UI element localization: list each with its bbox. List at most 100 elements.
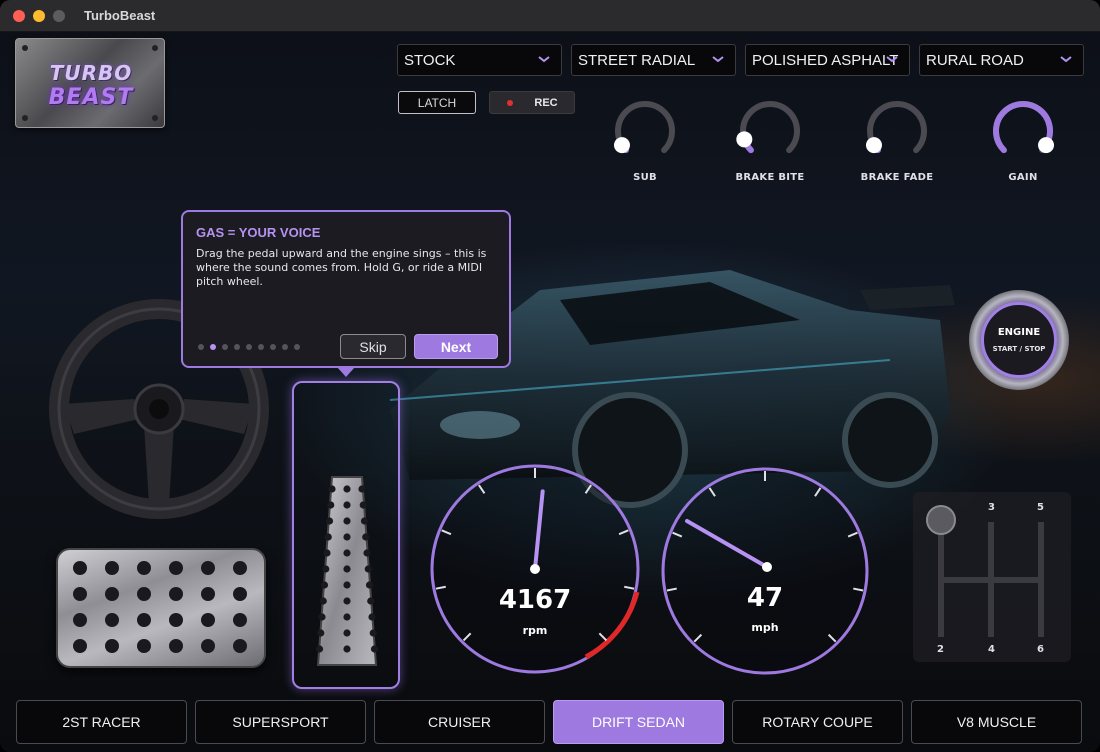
gas-pedal-hole bbox=[367, 597, 375, 605]
brake-pedal-hole bbox=[201, 587, 215, 601]
brake-pedal-hole bbox=[169, 639, 183, 653]
preset-2st-racer[interactable]: 2ST RACER bbox=[16, 700, 187, 744]
rec-button-label: REC bbox=[534, 97, 558, 109]
gas-pedal-hole bbox=[317, 629, 325, 637]
brake-pedal-hole bbox=[105, 639, 119, 653]
gas-pedal-hole bbox=[370, 645, 378, 653]
gas-pedal-hole bbox=[322, 565, 330, 573]
preset-drift-sedan[interactable]: DRIFT SEDAN bbox=[553, 700, 724, 744]
knob-handle[interactable] bbox=[865, 137, 882, 154]
gear-label: 2 bbox=[937, 644, 944, 655]
preset-rotary-coupe[interactable]: ROTARY COUPE bbox=[732, 700, 903, 744]
knob-dial bbox=[613, 101, 675, 154]
gas-pedal-hole bbox=[328, 485, 336, 493]
gas-pedal-hole bbox=[343, 549, 351, 557]
environment-dropdown[interactable]: RURAL ROAD bbox=[919, 44, 1084, 76]
gear-label: 6 bbox=[1037, 644, 1044, 655]
gas-pedal-hole bbox=[343, 613, 351, 621]
latch-button[interactable]: LATCH bbox=[398, 91, 476, 114]
chevron-down-icon bbox=[538, 56, 550, 63]
tooltip-step-dot bbox=[294, 344, 300, 350]
gas-pedal-hole bbox=[323, 549, 331, 557]
tooltip-step-dot bbox=[198, 344, 204, 350]
knob-handle[interactable] bbox=[736, 131, 753, 148]
knob-handle[interactable] bbox=[613, 137, 630, 154]
surface-dropdown-value: POLISHED ASPHALT bbox=[752, 52, 899, 69]
brake-pedal-hole bbox=[137, 561, 151, 575]
gas-pedal-hole bbox=[316, 645, 324, 653]
knob-gain-label: GAIN bbox=[1008, 172, 1038, 183]
record-dot-icon bbox=[507, 100, 513, 106]
rpm-gauge-dial bbox=[430, 464, 640, 674]
rec-button[interactable]: REC bbox=[489, 91, 575, 114]
knob-sub[interactable]: SUB bbox=[610, 96, 680, 188]
tire-dropdown-value: STREET RADIAL bbox=[578, 52, 696, 69]
brake-pedal-hole bbox=[201, 613, 215, 627]
tooltip-step-dot bbox=[258, 344, 264, 350]
tooltip-step-dot bbox=[222, 344, 228, 350]
rpm-readout: 4167 bbox=[498, 585, 572, 615]
brake-pedal-hole bbox=[137, 613, 151, 627]
knob-gain[interactable]: GAIN bbox=[988, 96, 1058, 188]
brake-pedal-icon bbox=[73, 561, 247, 653]
engine-start-stop-button[interactable]: ENGINE START / STOP bbox=[969, 290, 1069, 390]
gear-shifter-icon bbox=[926, 505, 1044, 637]
speed-readout: 47 bbox=[746, 583, 784, 613]
gas-pedal-hole bbox=[327, 501, 335, 509]
brake-pedal-hole bbox=[233, 639, 247, 653]
surface-dropdown[interactable]: POLISHED ASPHALT bbox=[745, 44, 910, 76]
knob-handle[interactable] bbox=[1038, 137, 1055, 154]
minimize-window-button[interactable] bbox=[33, 10, 45, 22]
knob-dial bbox=[993, 101, 1055, 154]
brake-pedal-hole bbox=[137, 587, 151, 601]
knob-brake-fade[interactable]: BRAKE FADE bbox=[861, 96, 933, 188]
speed-gauge-dial bbox=[661, 467, 869, 675]
tooltip-step-dot bbox=[282, 344, 288, 350]
gear-label: 5 bbox=[1037, 502, 1044, 513]
chevron-down-icon bbox=[886, 56, 898, 63]
rpm-unit: rpm bbox=[522, 624, 548, 637]
gas-pedal-hole bbox=[360, 517, 369, 525]
brake-pedal-hole bbox=[233, 561, 247, 575]
brake-pedal-hole bbox=[137, 639, 151, 653]
brake-pedal-hole bbox=[73, 639, 87, 653]
tooltip-step-dot bbox=[234, 344, 240, 350]
gas-pedal-hole bbox=[319, 597, 327, 605]
close-window-button[interactable] bbox=[13, 10, 25, 22]
gas-pedal-hole bbox=[343, 597, 351, 605]
tooltip-title: GAS = YOUR VOICE bbox=[196, 225, 321, 240]
gas-pedal-hole bbox=[324, 533, 332, 541]
gas-pedal-hole bbox=[362, 533, 370, 541]
brake-pedal-hole bbox=[73, 613, 87, 627]
knob-brake-bite[interactable]: BRAKE BITE bbox=[735, 96, 805, 188]
preset-supersport[interactable]: SUPERSPORT bbox=[195, 700, 366, 744]
tooltip-skip-button[interactable]: Skip bbox=[340, 334, 406, 359]
tooltip-step-dot bbox=[246, 344, 252, 350]
tire-dropdown[interactable]: STREET RADIAL bbox=[571, 44, 736, 76]
onboarding-tooltip: GAS = YOUR VOICE Drag the pedal upward a… bbox=[181, 210, 511, 368]
gas-pedal-hole bbox=[343, 629, 351, 637]
brake-pedal[interactable] bbox=[56, 548, 266, 668]
window-title: TurboBeast bbox=[84, 8, 156, 23]
gas-pedal-hole bbox=[363, 549, 371, 557]
brake-pedal-hole bbox=[201, 561, 215, 575]
speed-gauge: 47 mph bbox=[660, 466, 870, 676]
knob-brake-fade-label: BRAKE FADE bbox=[860, 172, 934, 183]
preset-cruiser[interactable]: CRUISER bbox=[374, 700, 545, 744]
maximize-window-button[interactable] bbox=[53, 10, 65, 22]
gas-pedal-hole bbox=[343, 581, 351, 589]
gas-pedal-hole bbox=[343, 533, 351, 541]
knob-brake-bite-label: BRAKE BITE bbox=[735, 172, 805, 183]
shift-knob[interactable] bbox=[926, 505, 956, 535]
turbobeast-logo: TURBO BEAST bbox=[15, 38, 165, 128]
tune-dropdown[interactable]: STOCK bbox=[397, 44, 562, 76]
brake-pedal-hole bbox=[73, 561, 87, 575]
brake-pedal-hole bbox=[233, 587, 247, 601]
preset-v8-muscle[interactable]: V8 MUSCLE bbox=[911, 700, 1082, 744]
gas-pedal-hole bbox=[368, 613, 376, 621]
gear-shifter[interactable]: 3 5 2 4 6 bbox=[913, 492, 1071, 662]
logo-text-beast: BEAST bbox=[48, 85, 134, 110]
tooltip-step-dots bbox=[198, 344, 300, 350]
tooltip-next-button[interactable]: Next bbox=[414, 334, 498, 359]
gas-pedal-icon[interactable] bbox=[316, 473, 378, 669]
